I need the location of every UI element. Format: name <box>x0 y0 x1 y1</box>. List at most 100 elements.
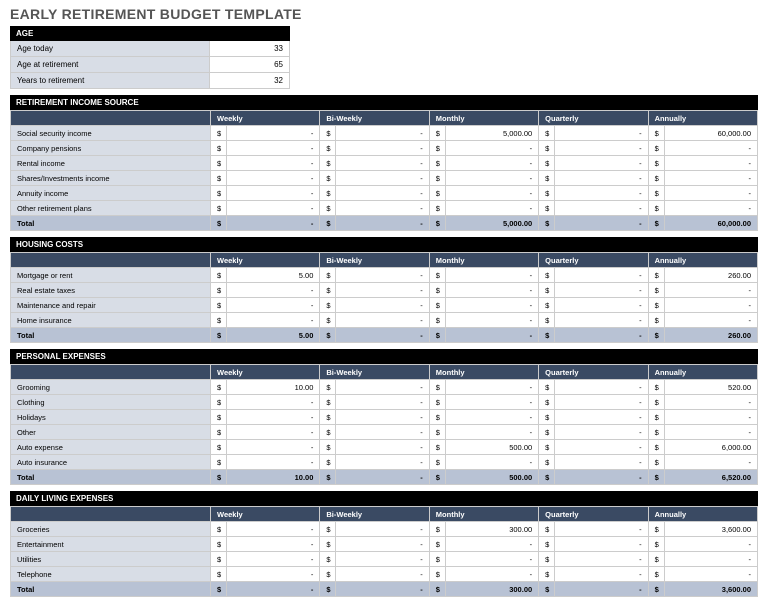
currency-symbol: $ <box>211 171 227 186</box>
currency-symbol: $ <box>648 268 664 283</box>
currency-symbol: $ <box>320 186 336 201</box>
cell-value: - <box>555 440 648 455</box>
row-label: Holidays <box>11 410 211 425</box>
cell-value: - <box>664 171 757 186</box>
currency-symbol: $ <box>648 425 664 440</box>
cell-value: - <box>336 126 429 141</box>
total-value: 3,600.00 <box>664 582 757 597</box>
cell-value: 520.00 <box>664 380 757 395</box>
currency-symbol: $ <box>539 328 555 343</box>
cell-value: - <box>227 537 320 552</box>
currency-symbol: $ <box>211 328 227 343</box>
column-header: Weekly <box>211 253 320 268</box>
currency-symbol: $ <box>429 201 445 216</box>
currency-symbol: $ <box>539 283 555 298</box>
currency-symbol: $ <box>320 537 336 552</box>
currency-symbol: $ <box>648 567 664 582</box>
total-label: Total <box>11 582 211 597</box>
total-value: 5,000.00 <box>445 216 538 231</box>
cell-value: - <box>664 313 757 328</box>
total-value: - <box>555 470 648 485</box>
currency-symbol: $ <box>539 186 555 201</box>
currency-symbol: $ <box>648 201 664 216</box>
age-header: AGE <box>10 26 290 41</box>
budget-section: RETIREMENT INCOME SOURCEWeeklyBi-WeeklyM… <box>10 95 758 231</box>
currency-symbol: $ <box>539 537 555 552</box>
budget-section: HOUSING COSTSWeeklyBi-WeeklyMonthlyQuart… <box>10 237 758 343</box>
age-label: Age today <box>11 41 210 56</box>
currency-symbol: $ <box>429 171 445 186</box>
cell-value: - <box>555 552 648 567</box>
cell-value: - <box>227 552 320 567</box>
currency-symbol: $ <box>648 216 664 231</box>
cell-value: 5,000.00 <box>445 126 538 141</box>
currency-symbol: $ <box>539 455 555 470</box>
currency-symbol: $ <box>429 380 445 395</box>
total-value: - <box>336 582 429 597</box>
currency-symbol: $ <box>320 395 336 410</box>
currency-symbol: $ <box>320 567 336 582</box>
table-row: Company pensions$-$-$-$-$- <box>11 141 758 156</box>
total-value: - <box>227 216 320 231</box>
currency-symbol: $ <box>429 537 445 552</box>
budget-table: WeeklyBi-WeeklyMonthlyQuarterlyAnnuallyS… <box>10 110 758 231</box>
cell-value: 3,600.00 <box>664 522 757 537</box>
cell-value: 60,000.00 <box>664 126 757 141</box>
cell-value: - <box>664 552 757 567</box>
budget-table: WeeklyBi-WeeklyMonthlyQuarterlyAnnuallyM… <box>10 252 758 343</box>
page-title: EARLY RETIREMENT BUDGET TEMPLATE <box>0 0 768 26</box>
currency-symbol: $ <box>320 171 336 186</box>
currency-symbol: $ <box>429 126 445 141</box>
table-row: Mortgage or rent$5.00$-$-$-$260.00 <box>11 268 758 283</box>
currency-symbol: $ <box>539 268 555 283</box>
row-label: Utilities <box>11 552 211 567</box>
cell-value: 10.00 <box>227 380 320 395</box>
currency-symbol: $ <box>429 395 445 410</box>
cell-value: - <box>555 537 648 552</box>
cell-value: - <box>227 567 320 582</box>
currency-symbol: $ <box>539 470 555 485</box>
cell-value: - <box>664 186 757 201</box>
total-value: 10.00 <box>227 470 320 485</box>
row-label: Auto insurance <box>11 455 211 470</box>
row-label: Auto expense <box>11 440 211 455</box>
total-row: Total$-$-$5,000.00$-$60,000.00 <box>11 216 758 231</box>
currency-symbol: $ <box>320 380 336 395</box>
cell-value: - <box>445 201 538 216</box>
column-header: Quarterly <box>539 111 648 126</box>
currency-symbol: $ <box>429 522 445 537</box>
cell-value: - <box>445 567 538 582</box>
cell-value: - <box>555 522 648 537</box>
currency-symbol: $ <box>429 298 445 313</box>
total-row: Total$10.00$-$500.00$-$6,520.00 <box>11 470 758 485</box>
row-label: Social security income <box>11 126 211 141</box>
cell-value: - <box>555 380 648 395</box>
currency-symbol: $ <box>539 126 555 141</box>
cell-value: - <box>336 380 429 395</box>
cell-value: - <box>445 455 538 470</box>
currency-symbol: $ <box>211 582 227 597</box>
table-row: Grooming$10.00$-$-$-$520.00 <box>11 380 758 395</box>
cell-value: - <box>336 440 429 455</box>
cell-value: - <box>445 171 538 186</box>
column-header: Bi-Weekly <box>320 111 429 126</box>
row-label: Company pensions <box>11 141 211 156</box>
cell-value: - <box>227 410 320 425</box>
cell-value: - <box>555 171 648 186</box>
column-header: Quarterly <box>539 507 648 522</box>
table-row: Other$-$-$-$-$- <box>11 425 758 440</box>
currency-symbol: $ <box>648 410 664 425</box>
currency-symbol: $ <box>320 313 336 328</box>
currency-symbol: $ <box>648 298 664 313</box>
column-header: Monthly <box>429 365 538 380</box>
cell-value: - <box>227 313 320 328</box>
cell-value: - <box>555 268 648 283</box>
cell-value: - <box>555 567 648 582</box>
age-row: Age today33 <box>10 41 290 57</box>
currency-symbol: $ <box>648 126 664 141</box>
cell-value: - <box>445 298 538 313</box>
total-row: Total$-$-$300.00$-$3,600.00 <box>11 582 758 597</box>
cell-value: - <box>227 126 320 141</box>
row-label: Rental income <box>11 156 211 171</box>
column-header: Monthly <box>429 507 538 522</box>
